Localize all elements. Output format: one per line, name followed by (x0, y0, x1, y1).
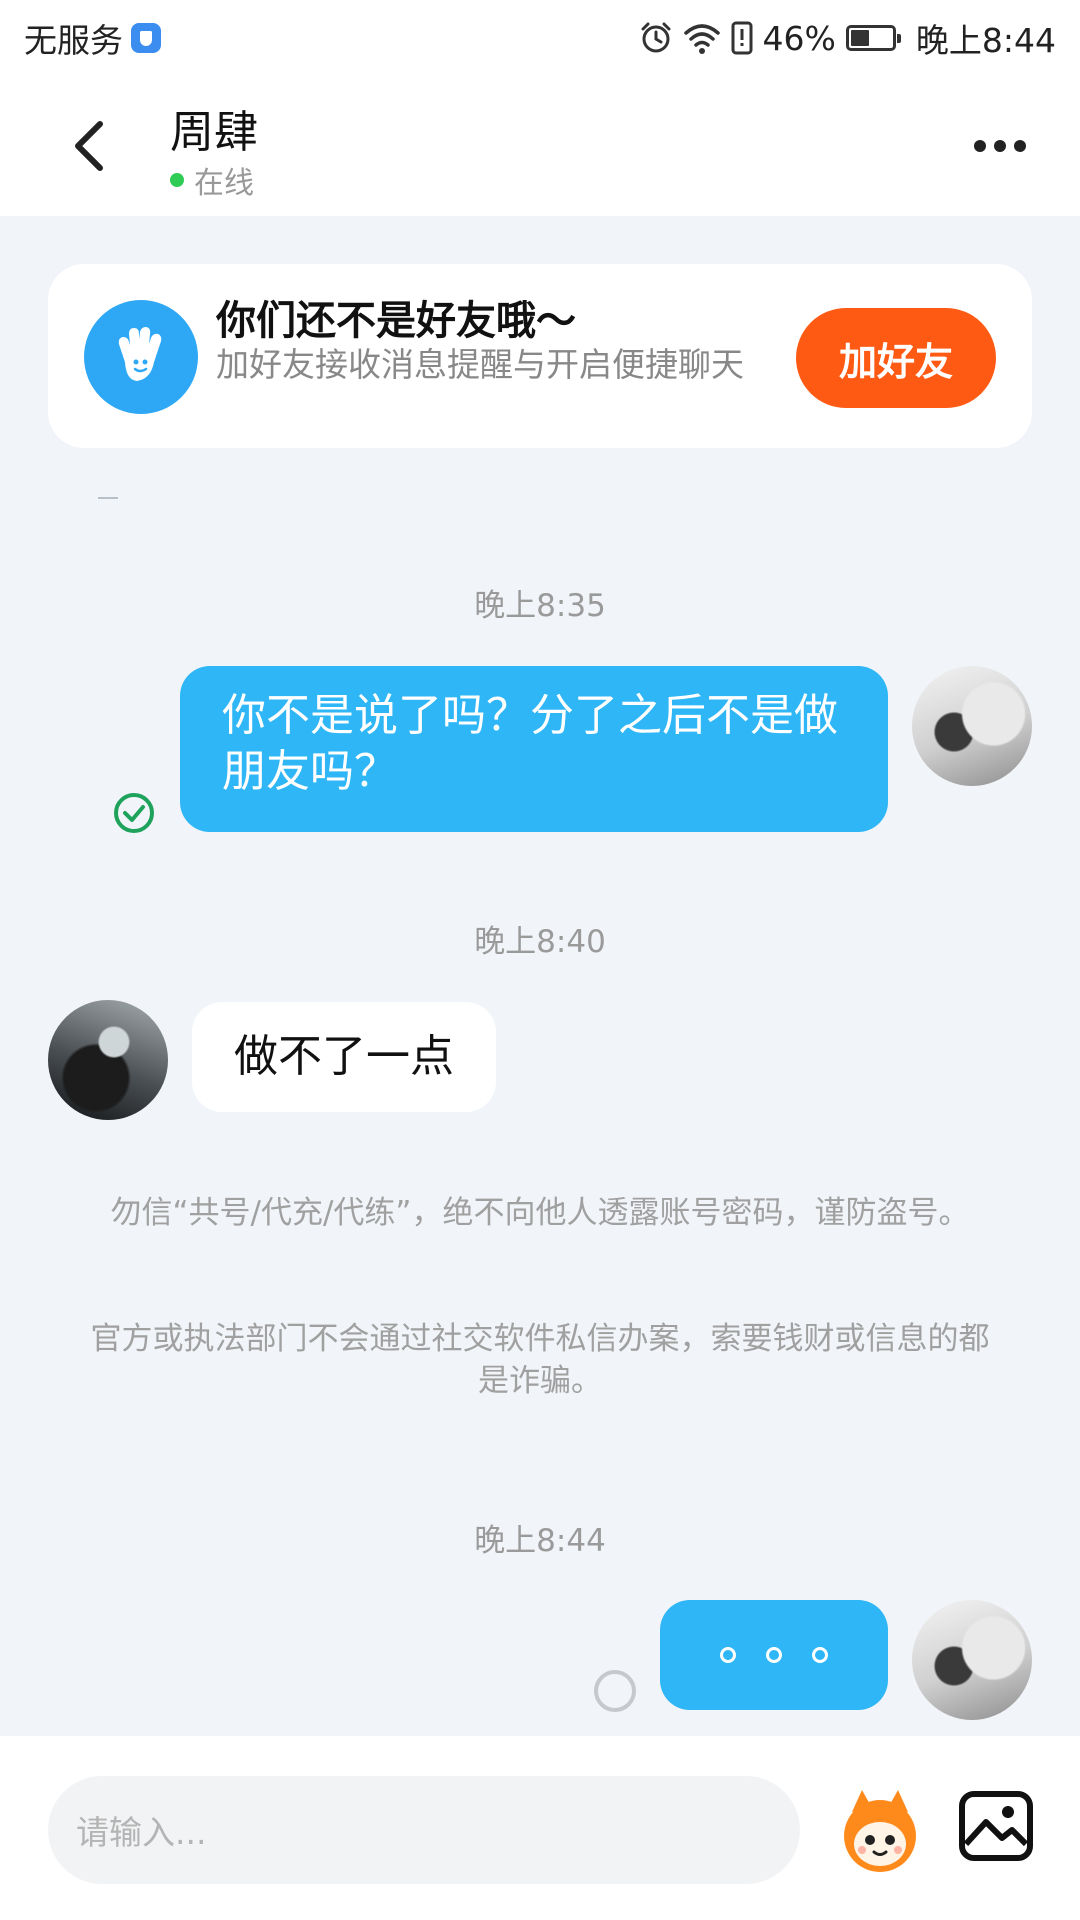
contact-avatar[interactable] (48, 1000, 168, 1120)
more-dot (994, 140, 1006, 152)
friend-card-subtitle: 加好友接收消息提醒与开启便捷聊天 (216, 345, 744, 384)
wifi-icon (683, 24, 720, 54)
chevron-left-icon (75, 121, 103, 171)
my-avatar[interactable] (912, 666, 1032, 786)
divider-mark (98, 497, 118, 499)
status-left: 无服务 (24, 14, 161, 62)
dot-glyph (812, 1647, 828, 1663)
status-bar: 无服务 46% 晚上8:44 (0, 0, 1080, 76)
alarm-icon (641, 22, 671, 53)
mascot-emoji-icon[interactable] (832, 1782, 928, 1878)
message-timestamp: 晚上8:40 (474, 924, 606, 960)
safety-notice-fraud: 官方或执法部门不会通过社交软件私信办案，索要钱财或信息的都是诈骗。 (90, 1321, 990, 1399)
message-input[interactable]: 请输入... (48, 1776, 800, 1884)
chat-header: 周肆 在线 (0, 76, 1080, 216)
battery-icon (845, 25, 901, 51)
my-avatar[interactable] (912, 1600, 1032, 1720)
outgoing-message-bubble[interactable]: 你不是说了吗？分了之后不是做朋友吗？ (180, 666, 888, 832)
back-button[interactable] (50, 106, 130, 186)
check-circle-icon (114, 793, 154, 833)
sending-status-icon (594, 1670, 636, 1712)
safety-notice-account: 勿信“共号/代充/代练”，绝不向他人透露账号密码，谨防盗号。 (110, 1195, 970, 1231)
dot-glyph (766, 1647, 782, 1663)
carrier-label: 无服务 (24, 21, 123, 60)
presence-label: 在线 (194, 166, 254, 201)
add-friend-button[interactable]: 加好友 (796, 308, 996, 408)
more-dot (1014, 140, 1026, 152)
friend-card-title: 你们还不是好友哦～ (216, 298, 576, 344)
message-timestamp: 晚上8:44 (474, 1523, 606, 1559)
image-icon[interactable] (956, 1786, 1036, 1866)
dot-glyph (720, 1647, 736, 1663)
presence-status: 在线 (170, 158, 254, 202)
outgoing-message-bubble[interactable] (660, 1600, 888, 1710)
incoming-message-bubble[interactable]: 做不了一点 (192, 1002, 496, 1112)
message-timestamp: 晚上8:35 (474, 588, 606, 624)
more-dots-icon (974, 140, 986, 152)
input-bar: 请输入... (0, 1736, 1080, 1920)
waving-hand-icon (84, 300, 198, 414)
status-right: 46% 晚上8:44 (639, 14, 1056, 62)
add-friend-card: 你们还不是好友哦～ 加好友接收消息提醒与开启便捷聊天 加好友 (48, 264, 1032, 448)
more-options-button[interactable] (960, 116, 1040, 176)
data-alert-icon (731, 21, 753, 55)
contact-name: 周肆 (170, 107, 258, 158)
battery-percent: 46% (762, 18, 836, 58)
shield-icon (131, 23, 161, 53)
online-dot-icon (170, 173, 184, 187)
clock-time: 晚上8:44 (915, 21, 1056, 60)
